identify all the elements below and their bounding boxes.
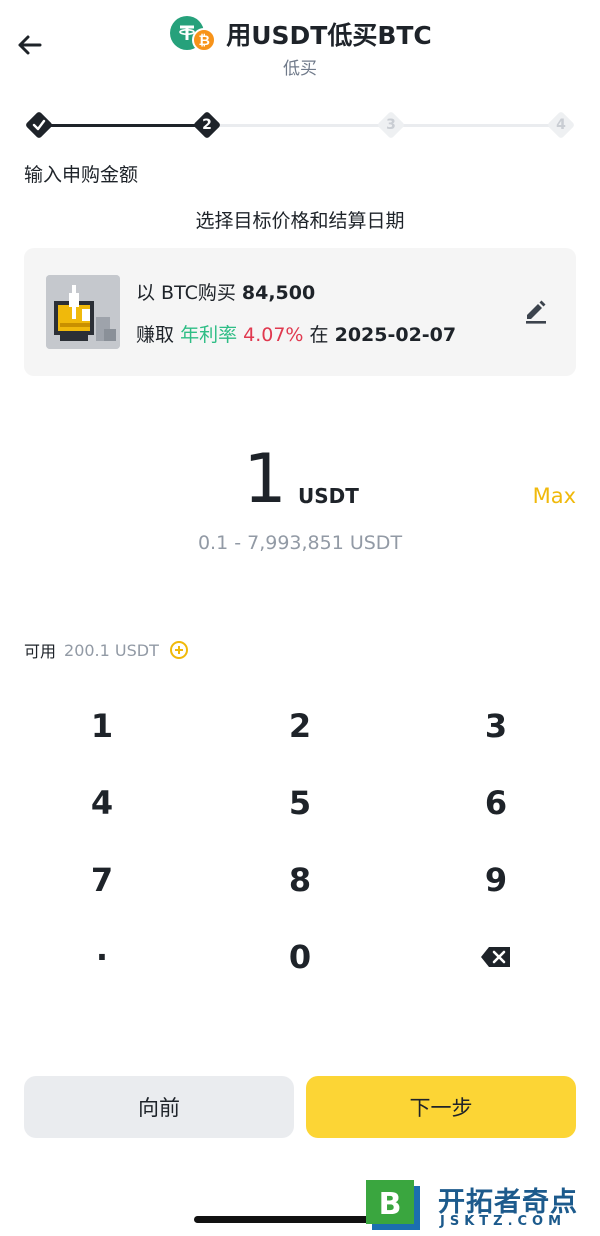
- amount-unit: USDT: [298, 484, 359, 508]
- add-funds-icon[interactable]: [169, 640, 189, 660]
- progress-stepper: 2 3 4: [24, 108, 576, 142]
- checkmark-icon: [32, 119, 46, 131]
- key-7[interactable]: 7: [4, 844, 200, 916]
- key-5[interactable]: 5: [202, 767, 398, 839]
- edit-pencil-icon: [526, 300, 546, 324]
- watermark: B 开拓者奇点 JSKTZ.COM: [358, 1176, 594, 1234]
- key-6[interactable]: 6: [398, 767, 594, 839]
- stepper-line-completed: [40, 124, 210, 127]
- key-2[interactable]: 2: [202, 690, 398, 762]
- step-3-number: 3: [386, 117, 396, 133]
- btc-coin-icon: ₿: [192, 28, 217, 52]
- max-button[interactable]: Max: [533, 484, 576, 508]
- page-title: 用USDT低买BTC: [226, 21, 432, 50]
- key-3[interactable]: 3: [398, 690, 594, 762]
- key-8[interactable]: 8: [202, 844, 398, 916]
- plan-apr-value: 4.07%: [243, 324, 304, 346]
- available-balance: 可用 200.1 USDT: [24, 638, 189, 662]
- key-9[interactable]: 9: [398, 844, 594, 916]
- step-3-node: 3: [376, 110, 406, 140]
- amount-input-row: 1 USDT Max: [0, 440, 600, 520]
- key-decimal[interactable]: ·: [4, 921, 200, 993]
- backspace-icon: [481, 947, 510, 967]
- available-value: 200.1 USDT: [64, 640, 159, 660]
- plan-earn-line: 赚取 年利率 4.07% 在 2025-02-07: [136, 320, 456, 347]
- title-row: ₿ 用USDT低买BTC: [0, 14, 600, 54]
- section-label: 输入申购金额: [24, 164, 139, 186]
- watermark-subtitle: JSKTZ.COM: [440, 1214, 567, 1229]
- key-backspace[interactable]: [398, 921, 594, 993]
- plan-apr-label: 年利率: [180, 324, 238, 346]
- amount-input[interactable]: 1: [240, 440, 290, 520]
- svg-text:B: B: [379, 1187, 402, 1222]
- step-4-node: 4: [546, 110, 576, 140]
- plan-illustration-icon: [46, 275, 120, 349]
- step-1-node: [24, 110, 54, 140]
- watermark-logo-icon: B: [366, 1180, 420, 1230]
- plan-buy-line: 以 BTC购买 84,500: [136, 278, 315, 305]
- page-subtitle: 低买: [283, 59, 317, 79]
- plan-settlement-date: 2025-02-07: [334, 324, 457, 346]
- edit-plan-button[interactable]: [522, 298, 550, 326]
- key-1[interactable]: 1: [4, 690, 200, 762]
- step-2-node: 2: [192, 110, 222, 140]
- header: ₿ 用USDT低买BTC 低买: [0, 0, 600, 90]
- selected-plan-card[interactable]: 以 BTC购买 84,500 赚取 年利率 4.07% 在 2025-02-07: [24, 248, 576, 376]
- available-label: 可用: [24, 642, 57, 661]
- plan-buy-price: 84,500: [241, 282, 316, 304]
- plan-buy-prefix: 以 BTC购买: [136, 282, 236, 304]
- choose-target-label: 选择目标价格和结算日期: [195, 210, 405, 232]
- previous-button[interactable]: 向前: [24, 1076, 294, 1138]
- plan-earn-label: 赚取: [136, 324, 175, 346]
- plan-date-prefix: 在: [309, 324, 329, 346]
- amount-range: 0.1 - 7,993,851 USDT: [197, 532, 403, 554]
- coin-pair-icon: ₿: [168, 14, 220, 54]
- step-2-number: 2: [202, 117, 212, 133]
- next-step-button[interactable]: 下一步: [306, 1076, 576, 1138]
- key-0[interactable]: 0: [202, 921, 398, 993]
- key-4[interactable]: 4: [4, 767, 200, 839]
- step-4-number: 4: [556, 117, 566, 133]
